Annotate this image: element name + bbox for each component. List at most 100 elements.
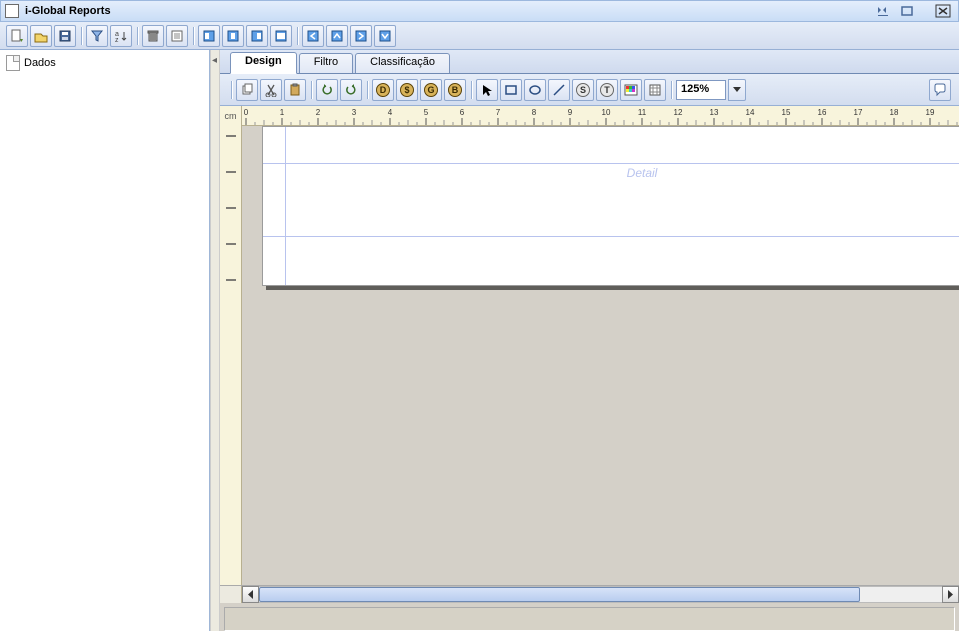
ruler-horizontal[interactable]: 01234567891011121314151617181920 [242, 106, 959, 125]
svg-text:12: 12 [674, 108, 683, 117]
detail-band-label: Detail [627, 166, 658, 180]
grid-button[interactable] [644, 79, 666, 101]
move-right-button[interactable] [350, 25, 372, 47]
svg-text:13: 13 [710, 108, 719, 117]
copy-icon [240, 83, 254, 97]
close-button[interactable] [932, 3, 954, 19]
svg-text:18: 18 [890, 108, 899, 117]
svg-text:16: 16 [818, 108, 827, 117]
tab-filtro[interactable]: Filtro [299, 53, 353, 73]
svg-text:11: 11 [638, 108, 647, 117]
ruler-horizontal-container: cm 01234567891011121314151617181920 [220, 106, 959, 126]
sidebar-item-dados[interactable]: Dados [6, 54, 203, 72]
align-right-button[interactable] [246, 25, 268, 47]
zoom-input[interactable]: 125% [676, 80, 726, 100]
move-down-icon [378, 29, 392, 43]
ellipse-icon [528, 83, 542, 97]
move-down-button[interactable] [374, 25, 396, 47]
cut-button[interactable] [260, 79, 282, 101]
ruler-unit-label: cm [220, 106, 242, 126]
text-t-button[interactable]: T [596, 79, 618, 101]
new-report-icon [10, 29, 24, 43]
svg-text:B: B [452, 85, 459, 95]
delete-button[interactable] [142, 25, 164, 47]
minimize-inner-button[interactable] [872, 3, 894, 19]
svg-text:10: 10 [602, 108, 611, 117]
toolbar-separator [294, 25, 300, 47]
ellipse-button[interactable] [524, 79, 546, 101]
tab-design[interactable]: Design [230, 52, 297, 74]
svg-text:1: 1 [280, 108, 285, 117]
svg-text:S: S [580, 85, 586, 95]
scrollbar-thumb[interactable] [259, 587, 860, 602]
svg-text:17: 17 [854, 108, 863, 117]
svg-text:19: 19 [926, 108, 935, 117]
align-left-button[interactable] [198, 25, 220, 47]
workarea: Design Filtro Classificação D $ G B S T [220, 50, 959, 631]
field-g-button[interactable]: G [420, 79, 442, 101]
move-left-button[interactable] [302, 25, 324, 47]
field-d-button[interactable]: D [372, 79, 394, 101]
window-title: i-Global Reports [25, 5, 870, 17]
text-s-button[interactable]: S [572, 79, 594, 101]
design-toolbar: D $ G B S T 125% [220, 74, 959, 106]
tab-classificacao[interactable]: Classificação [355, 53, 450, 73]
svg-text:z: z [115, 37, 119, 43]
svg-text:14: 14 [746, 108, 755, 117]
undo-button[interactable] [316, 79, 338, 101]
cut-icon [264, 83, 278, 97]
field-s-button[interactable]: $ [396, 79, 418, 101]
align-center-button[interactable] [222, 25, 244, 47]
field-b-button[interactable]: B [444, 79, 466, 101]
svg-text:15: 15 [782, 108, 791, 117]
svg-text:$: $ [404, 85, 409, 95]
maximize-inner-button[interactable] [896, 3, 918, 19]
line-button[interactable] [548, 79, 570, 101]
redo-button[interactable] [340, 79, 362, 101]
paste-button[interactable] [284, 79, 306, 101]
scrollbar-track[interactable] [259, 586, 942, 603]
report-page[interactable]: Detail [262, 126, 959, 286]
new-report-button[interactable] [6, 25, 28, 47]
rectangle-button[interactable] [500, 79, 522, 101]
sort-button[interactable]: az [110, 25, 132, 47]
copy-button[interactable] [236, 79, 258, 101]
scroll-left-button[interactable] [242, 586, 259, 603]
move-up-button[interactable] [326, 25, 348, 47]
save-button[interactable] [54, 25, 76, 47]
sidebar-item-label: Dados [24, 57, 56, 69]
paste-icon [288, 83, 302, 97]
undo-icon [320, 83, 334, 97]
properties-icon [170, 29, 184, 43]
chevron-right-icon [947, 590, 954, 599]
design-canvas[interactable]: Detail [242, 126, 959, 585]
svg-text:6: 6 [460, 108, 465, 117]
toolbar-separator [364, 79, 370, 101]
vertical-splitter[interactable]: ◂ [210, 50, 220, 631]
svg-text:0: 0 [244, 108, 249, 117]
horizontal-scrollbar[interactable] [220, 585, 959, 603]
window-icon [5, 4, 19, 18]
align-center-icon [226, 29, 240, 43]
properties-button[interactable] [166, 25, 188, 47]
svg-text:9: 9 [568, 108, 573, 117]
pointer-button[interactable] [476, 79, 498, 101]
zoom-dropdown-button[interactable] [728, 79, 746, 101]
svg-text:D: D [380, 85, 387, 95]
open-report-button[interactable] [30, 25, 52, 47]
toolbar-separator [668, 79, 674, 101]
align-justify-button[interactable] [270, 25, 292, 47]
field-s-icon: $ [399, 82, 415, 98]
svg-text:7: 7 [496, 108, 501, 117]
svg-text:5: 5 [424, 108, 429, 117]
delete-icon [146, 29, 160, 43]
status-bar [224, 607, 955, 631]
ruler-vertical[interactable] [220, 126, 242, 585]
scroll-right-button[interactable] [942, 586, 959, 603]
help-button[interactable] [929, 79, 951, 101]
detail-band[interactable]: Detail [263, 163, 959, 237]
filter-button[interactable] [86, 25, 108, 47]
image-button[interactable] [620, 79, 642, 101]
sidebar: Dados [0, 50, 210, 631]
svg-text:T: T [604, 85, 610, 95]
